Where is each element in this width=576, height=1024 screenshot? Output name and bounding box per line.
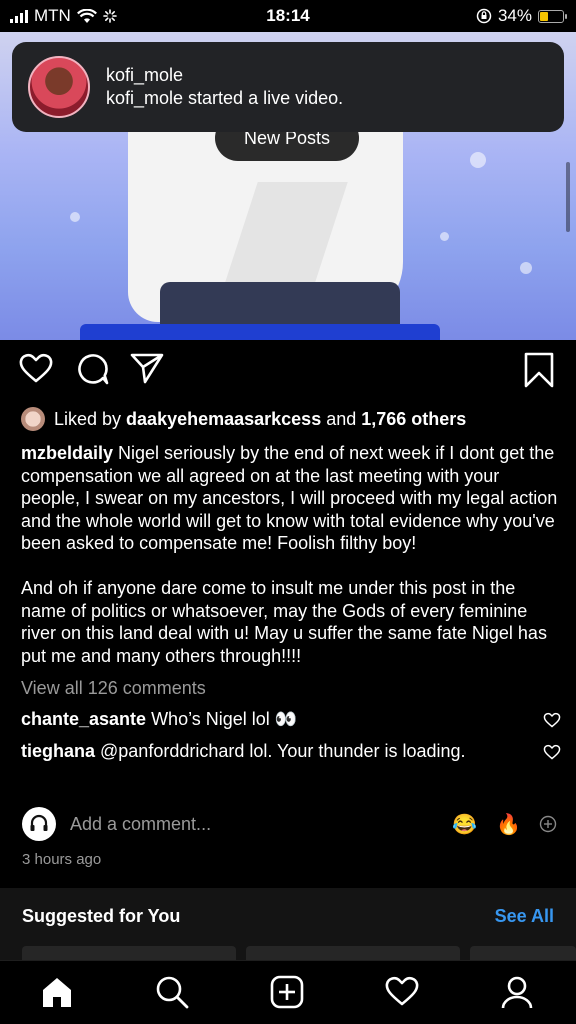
fire-emoji-button[interactable]: 🔥 [496, 812, 521, 837]
post-timestamp: 3 hours ago [22, 851, 102, 868]
comment-row: chante_asante Who’s Nigel lol 👀 [21, 703, 561, 735]
notification-message: kofi_mole started a live video. [106, 88, 344, 108]
profile-icon[interactable] [500, 975, 534, 1009]
likes-middle: and [321, 408, 362, 429]
suggested-card[interactable] [22, 946, 236, 960]
new-post-icon[interactable] [270, 975, 304, 1009]
like-icon[interactable] [19, 352, 53, 384]
avatar [28, 56, 90, 118]
status-right: 34% [476, 6, 567, 26]
comment-text: @panforddrichard lol. Your thunder is lo… [95, 740, 466, 761]
home-icon[interactable] [40, 975, 74, 1009]
comment-username[interactable]: tieghana [21, 740, 95, 763]
battery-percent: 34% [497, 6, 532, 25]
add-emoji-icon[interactable] [539, 815, 557, 833]
caption: mzbeldaily Nigel seriously by the end of… [21, 442, 561, 667]
post-body: Liked by daakyehemaasarkcess and 1,766 o… [21, 404, 561, 767]
laugh-emoji-button[interactable]: 😂 [452, 812, 477, 837]
comment-username[interactable]: chante_asante [21, 708, 146, 731]
likes-count[interactable]: 1,766 others [361, 408, 466, 431]
avatar [21, 407, 45, 431]
comment-text: Who’s Nigel lol 👀 [146, 708, 298, 729]
comment-icon[interactable] [76, 352, 110, 386]
battery-icon [538, 9, 567, 23]
caption-text: Nigel seriously by the end of next week … [21, 443, 558, 666]
activity-heart-icon[interactable] [385, 975, 419, 1007]
see-all-link[interactable]: See All [495, 906, 554, 927]
add-comment-row[interactable]: Add a comment... 😂 🔥 [22, 806, 562, 842]
status-bar: MTN 18:14 34% [0, 0, 576, 32]
bottom-tab-bar [0, 960, 576, 1024]
add-comment-input[interactable]: Add a comment... [70, 814, 211, 835]
suggested-section: Suggested for You See All [0, 888, 576, 960]
live-notification-banner[interactable]: kofi_mole kofi_mole started a live video… [12, 42, 564, 132]
post-actions [0, 352, 576, 392]
caption-username[interactable]: mzbeldaily [21, 443, 113, 463]
likes-row[interactable]: Liked by daakyehemaasarkcess and 1,766 o… [21, 404, 561, 434]
rotation-lock-icon [476, 8, 492, 24]
likes-prefix: Liked by [54, 408, 127, 429]
comment-row: tieghana @panforddrichard lol. Your thun… [21, 735, 561, 767]
view-all-comments-link[interactable]: View all 126 comments [21, 673, 561, 703]
suggested-card[interactable] [470, 946, 576, 960]
headphones-logo-icon [30, 814, 48, 831]
liker-username[interactable]: daakyehemaasarkcess [126, 408, 321, 431]
share-icon[interactable] [130, 352, 164, 384]
search-icon[interactable] [155, 975, 189, 1009]
comment-like-icon[interactable] [543, 712, 561, 728]
scroll-indicator [566, 162, 570, 232]
comment-like-icon[interactable] [543, 744, 561, 760]
avatar [22, 807, 56, 841]
notification-title: kofi_mole [106, 65, 184, 85]
suggested-card[interactable] [246, 946, 460, 960]
bookmark-icon[interactable] [523, 352, 555, 388]
suggested-title: Suggested for You [22, 906, 181, 926]
